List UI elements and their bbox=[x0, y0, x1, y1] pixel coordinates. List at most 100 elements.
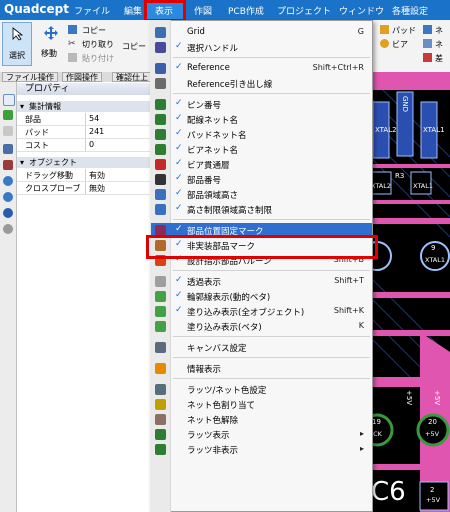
menu-pcb[interactable]: PCB作成 bbox=[228, 4, 264, 17]
part-height-icon bbox=[155, 189, 166, 200]
menu-separator bbox=[173, 336, 370, 337]
menu-item-label: 情報表示 bbox=[187, 365, 222, 375]
pad-button[interactable]: パッド bbox=[378, 24, 418, 36]
menu-item[interactable]: ✓ 部品領域高さ bbox=[151, 187, 372, 202]
property-value: 0 bbox=[89, 140, 95, 149]
pcb-artwork bbox=[365, 72, 450, 512]
menu-item[interactable]: ラッツ/ネット色設定 bbox=[151, 382, 372, 397]
board-label: XTAL2 bbox=[371, 182, 392, 190]
menu-item-label: Grid bbox=[187, 27, 205, 37]
cut-label: 切り取り bbox=[82, 40, 114, 49]
fill-beta-icon bbox=[155, 321, 166, 332]
menu-item[interactable]: 塗り込み表示(ベタ) K bbox=[151, 319, 372, 334]
summary-section-label: 集計情報 bbox=[29, 102, 61, 111]
menu-item[interactable]: ✓ 部品番号 bbox=[151, 172, 372, 187]
menu-window[interactable]: ウィンドウ bbox=[339, 4, 384, 17]
property-key: クロスプローブ bbox=[25, 184, 81, 193]
menu-item[interactable]: ✓ ピン番号 bbox=[151, 97, 372, 112]
menu-item[interactable]: ✓ 選択ハンドル bbox=[151, 40, 372, 55]
move-button[interactable]: 移動 bbox=[36, 24, 64, 66]
checkmark-icon: ✓ bbox=[175, 41, 183, 51]
menu-item[interactable]: ✓ ビア貫通層 bbox=[151, 157, 372, 172]
copy2-button[interactable]: コピー bbox=[122, 40, 150, 54]
menu-file[interactable]: ファイル bbox=[74, 4, 110, 17]
property-panel-header: プロパティ bbox=[17, 83, 152, 95]
via-layer-icon bbox=[155, 159, 166, 170]
zoom-in-icon[interactable] bbox=[3, 176, 13, 186]
checkmark-icon: ✓ bbox=[175, 275, 183, 285]
property-value[interactable]: 無効 bbox=[89, 183, 105, 194]
menu-item-label: 配線ネット名 bbox=[187, 116, 239, 126]
object-section[interactable]: ▾ オブジェクト bbox=[17, 157, 152, 168]
via-label: ビア bbox=[392, 40, 408, 49]
menu-item[interactable]: ✓ 配線ネット名 bbox=[151, 112, 372, 127]
tab-file-ops[interactable]: ファイル操作 bbox=[2, 72, 58, 82]
copy-button[interactable]: コピー bbox=[66, 24, 120, 36]
property-value[interactable]: 有効 bbox=[89, 170, 105, 181]
net-button-1[interactable]: ネ bbox=[422, 24, 450, 36]
save-icon[interactable] bbox=[3, 144, 13, 154]
menu-item[interactable]: ラッツ表示 ▸ bbox=[151, 427, 372, 442]
net-name-icon bbox=[155, 114, 166, 125]
pcb-canvas[interactable]: XTAL2 GND XTAL1 R3 XTAL2 XTAL1 9 XTAL1 +… bbox=[365, 72, 450, 512]
menu-draw[interactable]: 作図 bbox=[194, 4, 212, 17]
menu-item[interactable]: ラッツ非表示 ▸ bbox=[151, 442, 372, 457]
select-label: 選択 bbox=[9, 51, 25, 60]
menu-item[interactable]: 情報表示 bbox=[151, 361, 372, 376]
zoom-out-icon[interactable] bbox=[3, 192, 13, 202]
transparent-icon bbox=[155, 276, 166, 287]
summary-section[interactable]: ▾ 集計情報 bbox=[17, 101, 152, 112]
menu-item-label: 輪郭線表示(動的ベタ) bbox=[187, 293, 271, 303]
submenu-arrow-icon: ▸ bbox=[359, 429, 364, 438]
pointer-tool-icon[interactable] bbox=[3, 94, 15, 106]
board-label: XTAL1 bbox=[413, 182, 434, 190]
menu-item[interactable]: ✓ 塗り込み表示(全オブジェクト) Shift+K bbox=[151, 304, 372, 319]
menu-view[interactable]: 表示 bbox=[155, 4, 173, 17]
via-net-icon bbox=[155, 144, 166, 155]
menu-settings[interactable]: 各種設定 bbox=[392, 4, 428, 17]
menu-edit[interactable]: 編集 bbox=[124, 4, 142, 17]
menu-item[interactable]: ✓ Reference Shift+Ctrl+R bbox=[151, 61, 372, 76]
settings-gear-icon[interactable] bbox=[3, 208, 13, 218]
scissors-icon: ✂ bbox=[68, 39, 76, 49]
property-title: プロパティ bbox=[25, 84, 70, 94]
menu-item[interactable]: ネット色解除 bbox=[151, 412, 372, 427]
via-button[interactable]: ビア bbox=[378, 38, 418, 50]
menu-item-label: ビアネット名 bbox=[187, 146, 239, 156]
forward-arrow-icon[interactable] bbox=[3, 126, 13, 136]
property-row: パッド 241 bbox=[17, 126, 152, 139]
board-label-large: C6 bbox=[371, 477, 406, 507]
back-arrow-icon[interactable] bbox=[3, 110, 13, 120]
diff-button[interactable]: 差 bbox=[422, 52, 450, 64]
via-icon bbox=[380, 39, 389, 48]
net-color-assign-icon bbox=[155, 399, 166, 410]
menu-item[interactable]: ✓ 高さ制限領域高さ制限 bbox=[151, 202, 372, 217]
menu-item[interactable]: Reference引き出し線 bbox=[151, 76, 372, 91]
layer-icon[interactable] bbox=[3, 160, 13, 170]
menu-item-label: 選択ハンドル bbox=[187, 44, 239, 54]
paste-icon bbox=[68, 53, 77, 62]
cut-button[interactable]: ✂ 切り取り bbox=[66, 38, 120, 50]
menu-separator bbox=[173, 93, 370, 94]
menu-item-shortcut: Shift+T bbox=[334, 276, 364, 285]
tab-check[interactable]: 確認仕上 bbox=[112, 72, 152, 82]
select-button[interactable]: 選択 bbox=[2, 22, 32, 66]
menu-item[interactable]: ✓ 透過表示 Shift+T bbox=[151, 274, 372, 289]
tab-draw-ops[interactable]: 作図操作 bbox=[62, 72, 102, 82]
move-label: 移動 bbox=[41, 49, 57, 58]
board-label: XTAL1 bbox=[425, 256, 446, 264]
menu-item-label: ネット色解除 bbox=[187, 416, 239, 426]
menu-project[interactable]: プロジェクト bbox=[277, 4, 331, 17]
board-label: +5V bbox=[405, 390, 413, 406]
menu-item[interactable]: ✓ ビアネット名 bbox=[151, 142, 372, 157]
menu-item[interactable]: Grid G bbox=[151, 25, 372, 40]
gear2-icon[interactable] bbox=[3, 224, 13, 234]
menu-item[interactable]: キャンバス設定 bbox=[151, 340, 372, 355]
paste-button[interactable]: 貼り付け bbox=[66, 52, 120, 64]
menu-item[interactable]: ネット色割り当て bbox=[151, 397, 372, 412]
menu-item[interactable]: ✓ 輪郭線表示(動的ベタ) bbox=[151, 289, 372, 304]
menu-item-shortcut: Shift+Ctrl+R bbox=[312, 63, 364, 72]
leader-icon bbox=[155, 78, 166, 89]
menu-item[interactable]: ✓ パッドネット名 bbox=[151, 127, 372, 142]
net-button-2[interactable]: ネ bbox=[422, 38, 450, 50]
